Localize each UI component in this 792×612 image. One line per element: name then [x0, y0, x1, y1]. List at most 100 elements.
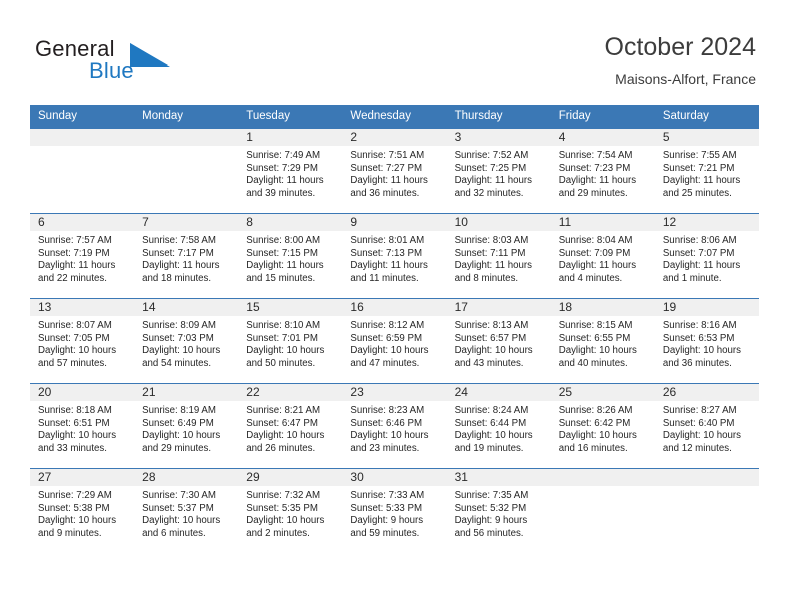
day-details: Sunrise: 8:26 AM Sunset: 6:42 PM Daylight:… — [551, 401, 655, 455]
calendar-header-row: Sunday Monday Tuesday Wednesday Thursday… — [30, 105, 759, 129]
day-number — [550, 469, 655, 486]
day-cell[interactable]: 4 Sunrise: 7:54 AM Sunset: 7:23 PM Daylight… — [550, 128, 655, 214]
day-cell[interactable]: 19 Sunrise: 8:16 AM Sunset: 6:53 PM Dayligh… — [654, 298, 759, 384]
day-details: Sunrise: 8:09 AM Sunset: 7:03 PM Daylight:… — [134, 316, 238, 370]
day-number: 24 — [446, 384, 551, 401]
day-cell[interactable]: 15 Sunrise: 8:10 AM Sunset: 7:01 PM Dayligh… — [238, 298, 343, 384]
daylight-text-line2: and 12 minutes. — [662, 442, 732, 454]
sunrise-text: Sunrise: 7:55 AM — [662, 150, 737, 161]
day-cell[interactable]: 25 Sunrise: 8:26 AM Sunset: 6:42 PM Dayligh… — [550, 383, 655, 469]
day-cell[interactable]: 23 Sunrise: 8:23 AM Sunset: 6:46 PM Dayligh… — [342, 383, 447, 469]
daylight-text-line1: Daylight: 10 hours — [350, 345, 429, 357]
sunset-text: Sunset: 7:13 PM — [350, 247, 423, 259]
daylight-text-line1: Daylight: 11 hours — [38, 260, 116, 272]
sunrise-text: Sunrise: 8:04 AM — [558, 235, 633, 246]
sunrise-text: Sunrise: 8:13 AM — [454, 320, 529, 331]
day-details: Sunrise: 8:15 AM Sunset: 6:55 PM Daylight:… — [551, 316, 655, 370]
daylight-text-line1: Daylight: 11 hours — [246, 175, 324, 187]
day-cell[interactable]: 29 Sunrise: 7:32 AM Sunset: 5:35 PM Dayligh… — [238, 468, 343, 553]
sunset-text: Sunset: 5:33 PM — [350, 502, 423, 514]
day-cell[interactable]: 21 Sunrise: 8:19 AM Sunset: 6:49 PM Dayligh… — [134, 383, 239, 469]
day-cell[interactable]: 10 Sunrise: 8:03 AM Sunset: 7:11 PM Dayligh… — [446, 213, 551, 299]
sunrise-text: Sunrise: 8:23 AM — [350, 405, 425, 416]
day-cell[interactable] — [134, 128, 239, 214]
day-cell[interactable] — [30, 128, 135, 214]
sunset-text: Sunset: 5:38 PM — [38, 502, 110, 514]
sunset-text: Sunset: 6:47 PM — [246, 417, 318, 429]
day-cell[interactable]: 2 Sunrise: 7:51 AM Sunset: 7:27 PM Daylight… — [342, 128, 447, 214]
sunrise-text: Sunrise: 8:03 AM — [454, 235, 529, 246]
day-details: Sunrise: 8:21 AM Sunset: 6:47 PM Daylight:… — [238, 401, 342, 455]
brand-logo[interactable]: General Blue — [35, 36, 205, 84]
sunrise-text: Sunrise: 8:12 AM — [350, 320, 425, 331]
daylight-text-line2: and 54 minutes. — [142, 357, 212, 369]
day-cell[interactable] — [550, 468, 655, 553]
daylight-text-line2: and 33 minutes. — [38, 442, 107, 454]
sunset-text: Sunset: 5:37 PM — [142, 502, 214, 514]
daylight-text-line1: Daylight: 9 hours — [350, 515, 424, 527]
daylight-text-line2: and 16 minutes. — [558, 442, 628, 454]
day-cell[interactable]: 30 Sunrise: 7:33 AM Sunset: 5:33 PM Dayligh… — [342, 468, 447, 553]
day-cell[interactable] — [654, 468, 759, 553]
daylight-text-line2: and 25 minutes. — [662, 187, 732, 199]
day-number: 13 — [30, 299, 135, 316]
day-details: Sunrise: 8:07 AM Sunset: 7:05 PM Daylight:… — [30, 316, 134, 370]
daylight-text-line1: Daylight: 11 hours — [454, 260, 532, 272]
sunrise-text: Sunrise: 8:27 AM — [662, 405, 737, 416]
day-cell[interactable]: 7 Sunrise: 7:58 AM Sunset: 7:17 PM Daylight… — [134, 213, 239, 299]
daylight-text-line2: and 6 minutes. — [142, 527, 206, 539]
day-cell[interactable]: 3 Sunrise: 7:52 AM Sunset: 7:25 PM Daylight… — [446, 128, 551, 214]
sunrise-text: Sunrise: 7:33 AM — [350, 490, 425, 501]
daylight-text-line1: Daylight: 11 hours — [350, 260, 428, 272]
sunrise-text: Sunrise: 8:06 AM — [662, 235, 737, 246]
day-cell[interactable]: 16 Sunrise: 8:12 AM Sunset: 6:59 PM Dayligh… — [342, 298, 447, 384]
day-details: Sunrise: 7:54 AM Sunset: 7:23 PM Daylight:… — [551, 146, 655, 200]
day-cell[interactable]: 28 Sunrise: 7:30 AM Sunset: 5:37 PM Dayligh… — [134, 468, 239, 553]
day-details — [551, 486, 655, 490]
day-cell[interactable]: 1 Sunrise: 7:49 AM Sunset: 7:29 PM Daylight… — [238, 128, 343, 214]
daylight-text-line2: and 50 minutes. — [246, 357, 316, 369]
day-cell[interactable]: 6 Sunrise: 7:57 AM Sunset: 7:19 PM Daylight… — [30, 213, 135, 299]
day-cell[interactable]: 11 Sunrise: 8:04 AM Sunset: 7:09 PM Dayligh… — [550, 213, 655, 299]
sunrise-text: Sunrise: 7:58 AM — [142, 235, 216, 246]
daylight-text-line1: Daylight: 10 hours — [38, 430, 117, 442]
day-cell[interactable]: 31 Sunrise: 7:35 AM Sunset: 5:32 PM Dayligh… — [446, 468, 551, 553]
day-number: 26 — [654, 384, 759, 401]
day-cell[interactable]: 9 Sunrise: 8:01 AM Sunset: 7:13 PM Daylight… — [342, 213, 447, 299]
day-cell[interactable]: 5 Sunrise: 7:55 AM Sunset: 7:21 PM Daylight… — [654, 128, 759, 214]
sunset-text: Sunset: 6:57 PM — [454, 332, 527, 344]
page-title: October 2024 — [604, 33, 757, 61]
day-cell[interactable]: 27 Sunrise: 7:29 AM Sunset: 5:38 PM Dayligh… — [30, 468, 135, 553]
sunrise-text: Sunrise: 7:54 AM — [558, 150, 633, 161]
daylight-text-line2: and 43 minutes. — [454, 357, 524, 369]
sunrise-text: Sunrise: 8:01 AM — [350, 235, 425, 246]
day-details: Sunrise: 8:06 AM Sunset: 7:07 PM Daylight:… — [655, 231, 759, 285]
day-cell[interactable]: 8 Sunrise: 8:00 AM Sunset: 7:15 PM Daylight… — [238, 213, 343, 299]
day-cell[interactable]: 20 Sunrise: 8:18 AM Sunset: 6:51 PM Dayligh… — [30, 383, 135, 469]
day-details: Sunrise: 8:10 AM Sunset: 7:01 PM Daylight:… — [238, 316, 342, 370]
day-cell[interactable]: 13 Sunrise: 8:07 AM Sunset: 7:05 PM Dayligh… — [30, 298, 135, 384]
daylight-text-line1: Daylight: 9 hours — [454, 515, 528, 527]
day-cell[interactable]: 12 Sunrise: 8:06 AM Sunset: 7:07 PM Dayligh… — [654, 213, 759, 299]
day-cell[interactable]: 18 Sunrise: 8:15 AM Sunset: 6:55 PM Dayligh… — [550, 298, 655, 384]
sunset-text: Sunset: 7:19 PM — [38, 247, 110, 259]
daylight-text-line1: Daylight: 11 hours — [558, 175, 637, 187]
day-cell[interactable]: 17 Sunrise: 8:13 AM Sunset: 6:57 PM Dayligh… — [446, 298, 551, 384]
day-cell[interactable]: 26 Sunrise: 8:27 AM Sunset: 6:40 PM Dayligh… — [654, 383, 759, 469]
daylight-text-line1: Daylight: 10 hours — [558, 345, 637, 357]
day-number: 9 — [342, 214, 447, 231]
day-details: Sunrise: 7:51 AM Sunset: 7:27 PM Daylight:… — [342, 146, 446, 200]
week-row: 27 Sunrise: 7:29 AM Sunset: 5:38 PM Dayligh… — [30, 468, 759, 553]
sunrise-text: Sunrise: 8:19 AM — [142, 405, 216, 416]
daylight-text-line1: Daylight: 10 hours — [246, 515, 325, 527]
sunset-text: Sunset: 6:44 PM — [454, 417, 527, 429]
weekday-header-monday: Monday — [134, 105, 239, 129]
daylight-text-line1: Daylight: 10 hours — [558, 430, 637, 442]
daylight-text-line2: and 18 minutes. — [142, 272, 212, 284]
daylight-text-line2: and 19 minutes. — [454, 442, 524, 454]
day-cell[interactable]: 14 Sunrise: 8:09 AM Sunset: 7:03 PM Dayligh… — [134, 298, 239, 384]
day-details: Sunrise: 8:04 AM Sunset: 7:09 PM Daylight:… — [551, 231, 655, 285]
day-cell[interactable]: 24 Sunrise: 8:24 AM Sunset: 6:44 PM Dayligh… — [446, 383, 551, 469]
day-cell[interactable]: 22 Sunrise: 8:21 AM Sunset: 6:47 PM Dayligh… — [238, 383, 343, 469]
daylight-text-line1: Daylight: 11 hours — [142, 260, 220, 272]
